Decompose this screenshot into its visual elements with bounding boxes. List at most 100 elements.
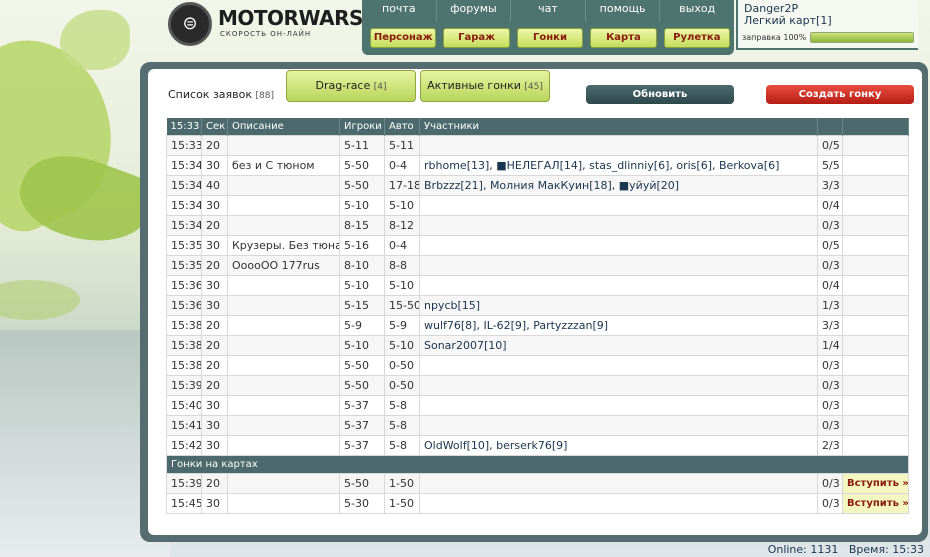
col-time[interactable]: 15:33	[166, 118, 202, 135]
table-row[interactable]: 15:39 20 5-50 0-50 0/3	[166, 374, 909, 396]
create-race-button[interactable]: Создать гонку	[766, 85, 914, 104]
cell-extra[interactable]	[842, 194, 909, 216]
cell-extra[interactable]	[842, 394, 909, 416]
col-members[interactable]: Участники	[419, 118, 818, 135]
cell-extra[interactable]	[842, 374, 909, 396]
cell-members[interactable]: Brbzzz[21], Молния МакКуин[18], ■уйуй[20…	[419, 174, 818, 196]
table-row[interactable]: 15:38 20 5-10 5-10 Sonar2007[10] 1/4	[166, 334, 909, 356]
cell-auto: 8-12	[384, 214, 420, 236]
cell-extra[interactable]	[842, 154, 909, 176]
table-row[interactable]: 15:35 20 OooоOO 177rus 8-10 8-8 0/3	[166, 254, 909, 276]
cell-extra[interactable]: Вступить »	[842, 492, 909, 514]
cell-count: 0/3	[817, 472, 843, 494]
cell-members[interactable]	[419, 214, 818, 236]
cell-time: 15:33	[166, 134, 202, 156]
col-count	[817, 118, 843, 135]
cell-members[interactable]	[419, 274, 818, 296]
cell-players: 5-50	[339, 354, 385, 376]
cell-members[interactable]	[419, 414, 818, 436]
nav-chat[interactable]: чат	[511, 0, 586, 22]
cell-auto: 5-8	[384, 414, 420, 436]
cell-members[interactable]	[419, 194, 818, 216]
race-table: 15:33 Сек Описание Игроки Авто Участники…	[166, 118, 909, 514]
cell-members[interactable]	[419, 394, 818, 416]
cell-members[interactable]	[419, 354, 818, 376]
table-row[interactable]: 15:38 20 5-50 0-50 0/3	[166, 354, 909, 376]
cell-time: 15:35	[166, 254, 202, 276]
nav-forums[interactable]: форумы	[437, 0, 512, 22]
cell-players: 5-15	[339, 294, 385, 316]
cell-extra[interactable]	[842, 174, 909, 196]
cell-count: 1/4	[817, 334, 843, 356]
cell-extra[interactable]	[842, 134, 909, 156]
user-panel: Danger2P Легкий карт[1] заправка 100%	[736, 0, 918, 50]
cell-members[interactable]	[419, 492, 818, 514]
cell-extra[interactable]	[842, 354, 909, 376]
cell-desc	[227, 274, 340, 296]
section-map-races: Гонки на картах	[166, 454, 909, 474]
cell-members[interactable]	[419, 374, 818, 396]
fuel-bar-fill	[811, 33, 913, 42]
cell-extra[interactable]	[842, 294, 909, 316]
cell-extra[interactable]	[842, 314, 909, 336]
table-row[interactable]: 15:33 20 5-11 5-11 0/5	[166, 134, 909, 156]
table-row[interactable]: 15:34 30 5-10 5-10 0/4	[166, 194, 909, 216]
cell-extra[interactable]	[842, 214, 909, 236]
cell-extra[interactable]	[842, 234, 909, 256]
col-auto[interactable]: Авто	[384, 118, 420, 135]
nav-logout[interactable]: выход	[660, 0, 734, 22]
table-row[interactable]: 15:34 30 без и С тюном 5-50 0-4 rbhome[13], ■…	[166, 154, 909, 176]
table-row[interactable]: 15:38 20 5-9 5-9 wulf76[8], IL-62[9], Partyz…	[166, 314, 909, 336]
table-row[interactable]: 15:41 30 5-37 5-8 0/3	[166, 414, 909, 436]
cell-extra[interactable]	[842, 274, 909, 296]
col-desc[interactable]: Описание	[227, 118, 340, 135]
nav-garage-button[interactable]: Гараж	[443, 28, 510, 48]
cell-extra[interactable]	[842, 334, 909, 356]
cell-count: 1/3	[817, 294, 843, 316]
nav-top-links: почта форумы чат помощь выход	[362, 0, 734, 22]
cell-desc	[227, 374, 340, 396]
cell-members[interactable]	[419, 134, 818, 156]
table-row[interactable]: 15:36 30 5-15 15-50 npycb[15] 1/3	[166, 294, 909, 316]
cell-members[interactable]: OldWolf[10], berserk76[9]	[419, 434, 818, 456]
nav-map-button[interactable]: Карта	[590, 28, 657, 48]
cell-desc	[227, 334, 340, 356]
cell-members[interactable]	[419, 234, 818, 256]
site-logo[interactable]: ⊜ MOTORWARS.RU СКОРОСТЬ ОН-ЛАЙН	[160, 0, 401, 52]
table-row[interactable]: 15:35 30 Крузеры. Без тюна. 5-16 0-4 0/5	[166, 234, 909, 256]
table-row[interactable]: 15:40 30 5-37 5-8 0/3	[166, 394, 909, 416]
table-row[interactable]: 15:34 20 8-15 8-12 0/3	[166, 214, 909, 236]
cell-auto: 0-50	[384, 374, 420, 396]
table-row[interactable]: 15:36 30 5-10 5-10 0/4	[166, 274, 909, 296]
cell-members[interactable]: wulf76[8], IL-62[9], Partyzzzan[9]	[419, 314, 818, 336]
table-row[interactable]: 15:39 20 5-50 1-50 0/3 Вступить »	[166, 472, 909, 494]
nav-roulette-button[interactable]: Рулетка	[663, 28, 731, 48]
cell-extra[interactable]	[842, 254, 909, 276]
nav-mail[interactable]: почта	[362, 0, 437, 22]
cell-members[interactable]: Sonar2007[10]	[419, 334, 818, 356]
tab-active-races[interactable]: Активные гонки [45]	[420, 70, 550, 102]
list-title: Список заявок [88]	[168, 88, 274, 101]
cell-players: 5-37	[339, 394, 385, 416]
cell-extra[interactable]	[842, 414, 909, 436]
nav-character-button[interactable]: Персонаж	[370, 28, 437, 48]
cell-count: 0/5	[817, 134, 843, 156]
cell-members[interactable]	[419, 472, 818, 494]
table-row[interactable]: 15:34 40 5-50 17-18 Brbzzz[21], Молния МакКу…	[166, 174, 909, 196]
tab-drag-race[interactable]: Drag-race [4]	[286, 70, 416, 102]
table-row[interactable]: 15:42 30 5-37 5-8 OldWolf[10], berserk76[9] 2…	[166, 434, 909, 456]
nav-races-button[interactable]: Гонки	[516, 28, 584, 48]
cell-sec: 30	[201, 414, 228, 436]
cell-members[interactable]: rbhome[13], ■НЕЛЕГАЛ[14], stas_dlinniy[6…	[419, 154, 818, 176]
table-row[interactable]: 15:45 30 5-30 1-50 0/3 Вступить »	[166, 492, 909, 514]
cell-members[interactable]	[419, 254, 818, 276]
cell-extra[interactable]: Вступить »	[842, 472, 909, 494]
server-time: Время: 15:33	[848, 543, 924, 556]
col-players[interactable]: Игроки	[339, 118, 385, 135]
nav-help[interactable]: помощь	[586, 0, 661, 22]
cell-members[interactable]: npycb[15]	[419, 294, 818, 316]
cell-players: 5-50	[339, 154, 385, 176]
col-sec[interactable]: Сек	[201, 118, 228, 135]
cell-extra[interactable]	[842, 434, 909, 456]
refresh-button[interactable]: Обновить	[586, 85, 734, 104]
